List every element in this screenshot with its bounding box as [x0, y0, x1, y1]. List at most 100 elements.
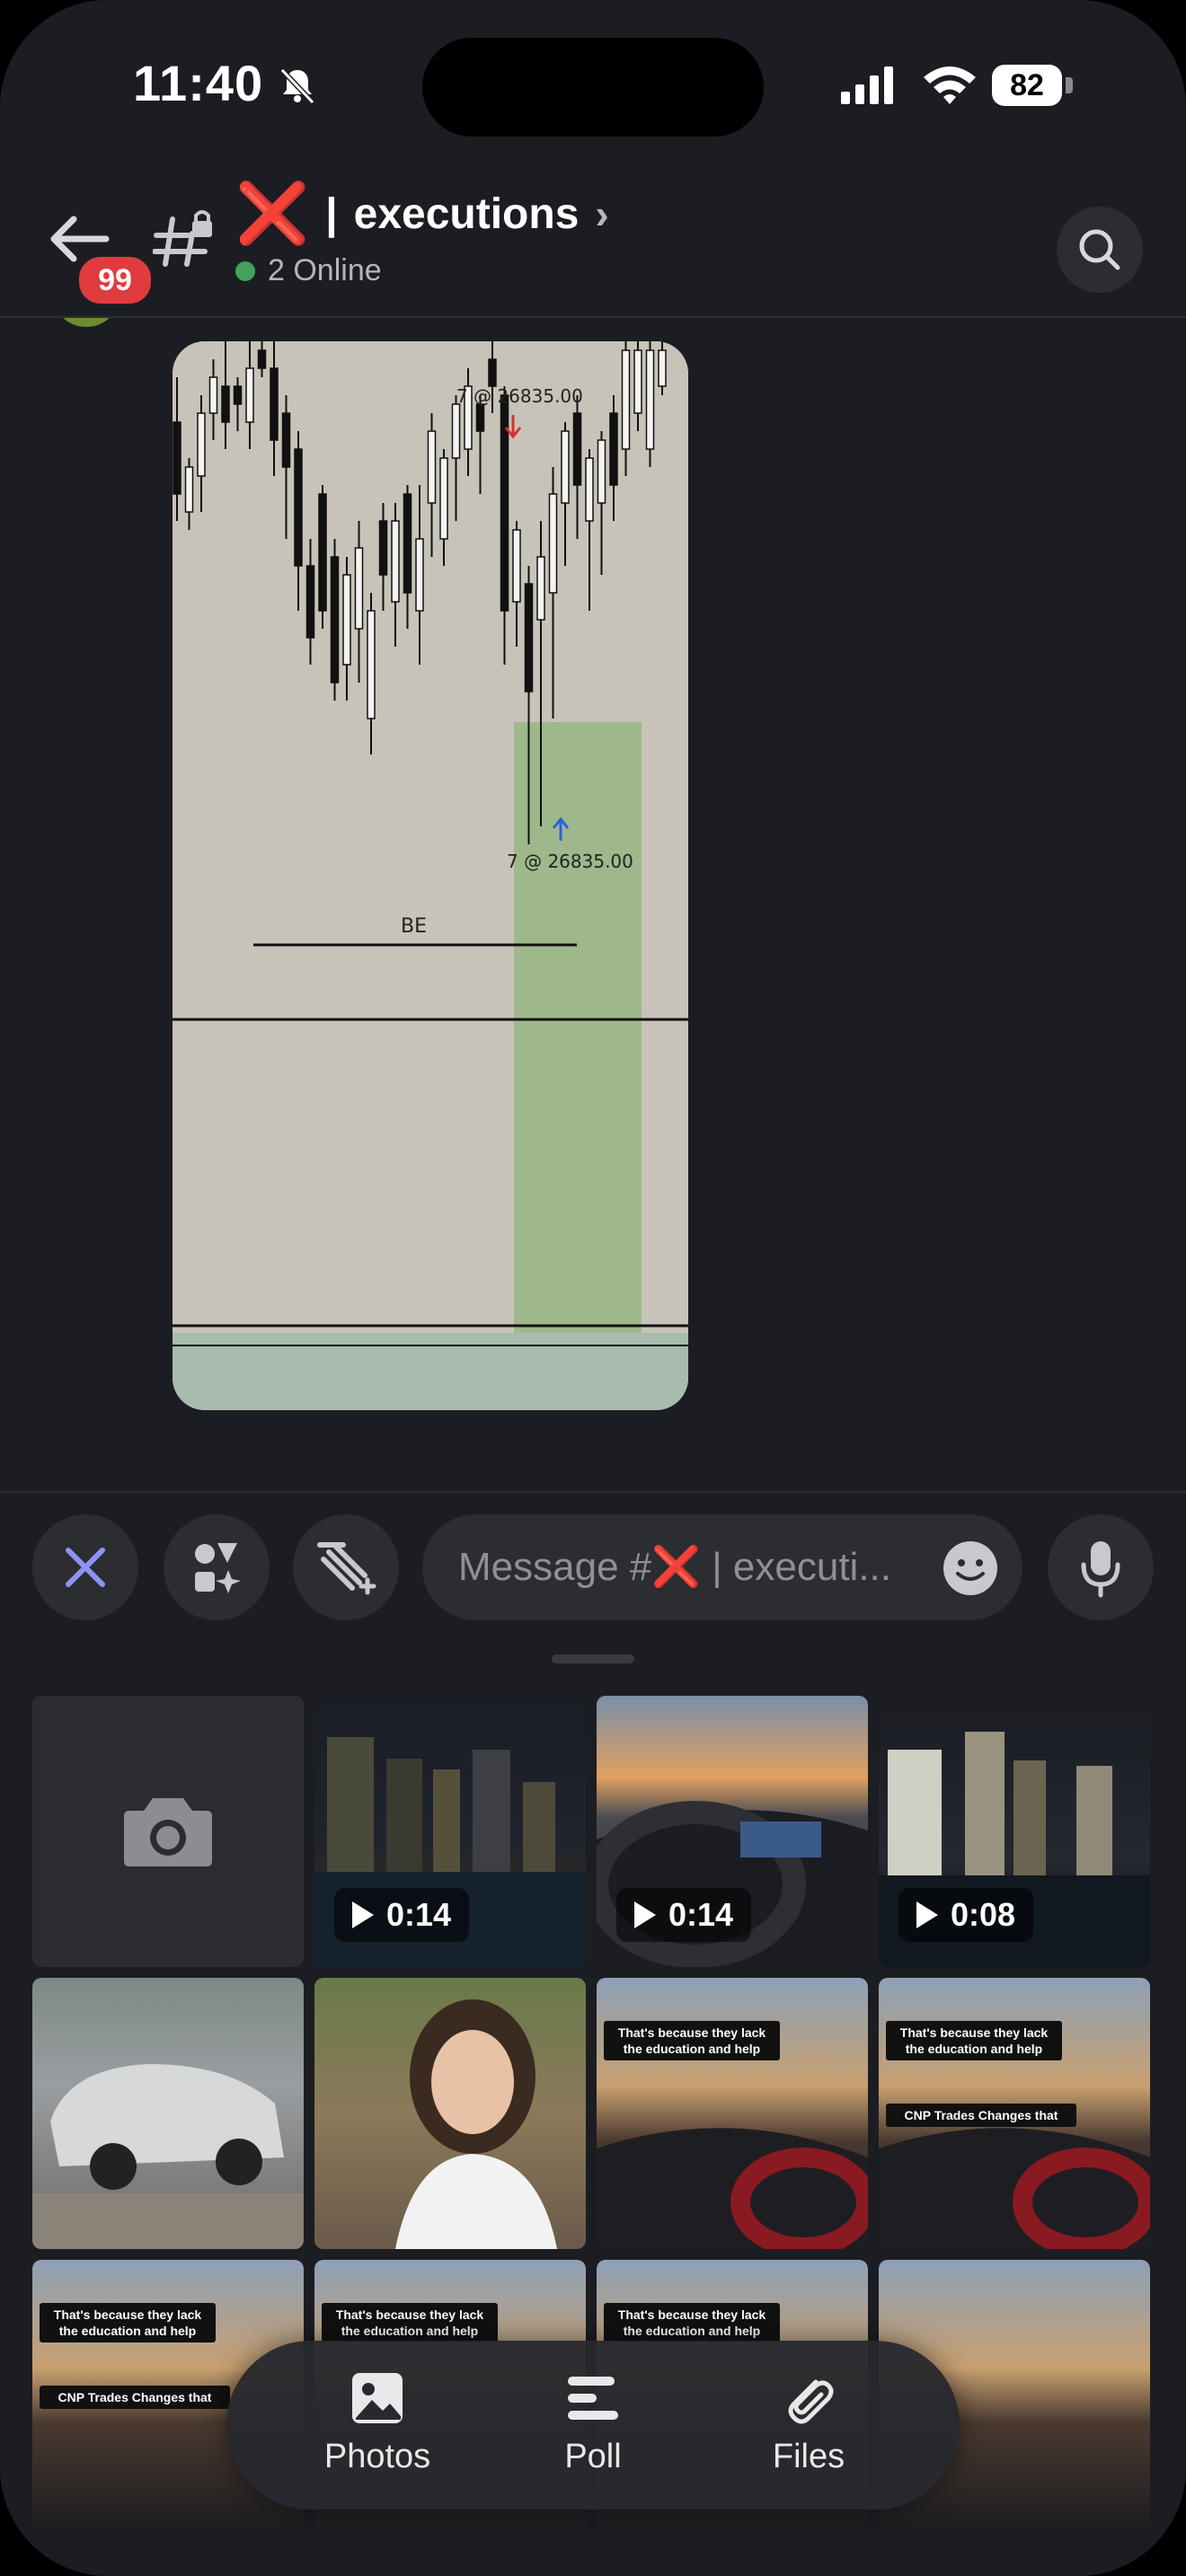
media-thumb-photo[interactable]: That's because they lack the education a… — [879, 1978, 1150, 2249]
avatar — [52, 318, 120, 327]
status-time: 11:40 — [133, 55, 264, 111]
candle-body — [633, 349, 642, 414]
candle-body — [318, 493, 327, 612]
video-caption: That's because they lack the education a… — [604, 2303, 780, 2342]
battery-indicator: 82 — [992, 65, 1075, 106]
image-icon — [352, 2373, 403, 2423]
candle-body — [488, 358, 497, 387]
candle-body — [439, 457, 448, 540]
unread-badge: 99 — [74, 251, 156, 309]
candle-body — [184, 466, 194, 513]
candle-body — [451, 403, 461, 459]
candle-body — [257, 349, 267, 369]
files-button[interactable]: Files — [701, 2341, 916, 2510]
candle-body — [427, 430, 437, 504]
video-caption-2: CNP Trades Changes that — [886, 2104, 1076, 2127]
online-dot — [235, 260, 255, 281]
media-thumb-photo[interactable] — [32, 1978, 304, 2249]
locked-channel-icon — [153, 210, 212, 267]
candle-body — [536, 556, 545, 621]
candle-body — [208, 376, 218, 414]
placeholder-prefix: Message # — [458, 1545, 652, 1589]
candle-body — [378, 520, 388, 576]
media-thumb-video[interactable]: 0:14 — [597, 1696, 868, 1967]
candle-body — [415, 538, 424, 612]
media-thumb-photo[interactable] — [314, 1978, 586, 2249]
candle-body — [475, 403, 485, 432]
search-icon — [1079, 229, 1120, 270]
photos-label: Photos — [323, 2438, 431, 2475]
candle-body — [658, 349, 667, 387]
chat-area: 7 @ 26835.00 7 @ 26835.00 BE — [0, 318, 1186, 1491]
channel-title[interactable]: ❌ | executions › — [235, 178, 609, 250]
video-caption-2: CNP Trades Changes that — [40, 2386, 230, 2409]
candle-body — [609, 412, 618, 486]
video-duration: 0:14 — [334, 1888, 470, 1942]
placeholder-emoji: ❌ — [651, 1545, 702, 1589]
phone-screen: 11:40 82 99 ❌ | executions › 2 Online 7 … — [0, 0, 1186, 2576]
media-thumb-video[interactable]: 0:14 — [314, 1696, 586, 1967]
candle-body — [391, 520, 400, 603]
candle-body — [173, 421, 181, 495]
candle-body — [597, 439, 606, 504]
candle-body — [233, 385, 243, 405]
candle-body — [548, 493, 558, 594]
candle-body — [561, 430, 570, 504]
video-caption: That's because they lack the education a… — [604, 2021, 780, 2060]
candle-body — [245, 367, 254, 423]
candle-body — [572, 412, 582, 486]
message-input[interactable]: Message #❌ | executi... — [422, 1514, 1022, 1620]
gift-button[interactable] — [293, 1514, 399, 1620]
battery-level: 82 — [992, 65, 1062, 106]
trade-chart-image[interactable]: 7 @ 26835.00 7 @ 26835.00 BE — [173, 341, 688, 1410]
video-caption: That's because they lack the education a… — [886, 2021, 1062, 2060]
search-button[interactable] — [1057, 207, 1143, 293]
close-icon — [66, 1548, 105, 1587]
gift-sparkle-icon — [317, 1542, 376, 1595]
media-thumb-photo[interactable]: That's because they lack the education a… — [597, 1978, 868, 2249]
be-label: BE — [401, 915, 427, 938]
video-duration: 0:08 — [898, 1888, 1034, 1942]
apps-button[interactable] — [164, 1514, 270, 1620]
channel-name: executions — [353, 190, 580, 238]
candle-body — [270, 367, 279, 441]
voice-button[interactable] — [1048, 1514, 1154, 1620]
cellular-signal-icon — [841, 66, 893, 104]
portrait-photo-image — [395, 1999, 557, 2249]
candle-body — [305, 565, 315, 639]
camera-tile[interactable] — [32, 1696, 304, 1967]
channel-separator: | — [325, 190, 338, 238]
poll-label: Poll — [564, 2438, 622, 2475]
composer-bar: Message #❌ | executi... — [0, 1493, 1186, 1663]
candlestick-chart: 7 @ 26835.00 7 @ 26835.00 BE — [173, 341, 688, 1410]
video-duration: 0:14 — [616, 1888, 752, 1942]
media-thumb-video[interactable]: 0:08 — [879, 1696, 1150, 1967]
candle-body — [645, 349, 655, 450]
attachment-menu: Photos Poll Files — [226, 2341, 960, 2510]
candle-body — [354, 547, 364, 630]
candle-body — [512, 529, 521, 603]
emoji-icon[interactable] — [942, 1539, 999, 1597]
candle-body — [330, 556, 340, 684]
photos-button[interactable]: Photos — [270, 2341, 485, 2510]
sheet-drag-handle[interactable] — [552, 1654, 634, 1663]
microphone-icon — [1081, 1541, 1120, 1598]
wifi-icon — [924, 66, 976, 104]
poll-button[interactable]: Poll — [485, 2341, 701, 2510]
muted-bell-icon — [279, 67, 315, 105]
candle-body — [342, 574, 351, 666]
candle-body — [197, 412, 206, 477]
sell-label: 7 @ 26835.00 — [456, 385, 583, 407]
message-placeholder: Message #❌ | executi... — [458, 1514, 891, 1620]
candle-body — [524, 583, 534, 693]
candle-body — [294, 448, 303, 567]
candle-body — [367, 610, 376, 719]
video-caption: That's because they lack the education a… — [40, 2303, 216, 2342]
close-attachments-button[interactable] — [32, 1514, 138, 1620]
apps-icon — [195, 1543, 241, 1593]
play-icon — [916, 1901, 938, 1928]
files-label: Files — [772, 2438, 845, 2475]
play-icon — [352, 1901, 374, 1928]
candle-body — [403, 493, 412, 594]
car-wheel-image — [597, 2128, 868, 2249]
